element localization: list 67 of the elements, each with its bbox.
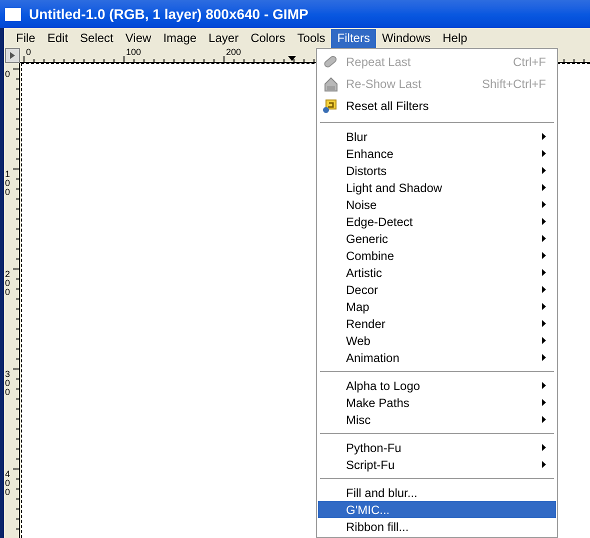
menu-item[interactable]: Decor [318,281,556,298]
menu-item[interactable]: Noise [318,196,556,213]
menu-item[interactable]: Alpha to Logo [318,377,556,394]
submenu-arrow-icon [542,235,546,242]
menu-item[interactable]: File [10,28,42,48]
window-title: Untitled-1.0 (RGB, 1 layer) 800x640 - GIMP [29,4,308,24]
ruler-label: 300 [5,370,12,397]
menu-item[interactable]: Layer [202,28,245,48]
menu-item[interactable]: Render [318,315,556,332]
submenu-arrow-icon [542,286,546,293]
submenu-arrow-icon [542,399,546,406]
submenu-arrow-icon [542,201,546,208]
stack-icon [322,76,340,92]
submenu-arrow-icon [542,382,546,389]
submenu-arrow-icon [542,167,546,174]
menu-item[interactable]: Map [318,298,556,315]
menu-item[interactable]: Reset all Filters [318,95,556,117]
menu-item[interactable]: Script-Fu [318,456,556,473]
menu-item[interactable]: Filters [331,28,376,48]
menu-item[interactable]: Blur [318,128,556,145]
menu-item[interactable]: Python-Fu [318,439,556,456]
menu-item[interactable]: Fill and blur... [318,484,556,501]
submenu-arrow-icon [542,218,546,225]
menu-item[interactable]: Colors [244,28,292,48]
submenu-arrow-icon [542,184,546,191]
submenu-arrow-icon [542,416,546,423]
menu-item[interactable]: View [119,28,158,48]
play-icon [9,52,16,59]
submenu-arrow-icon [542,354,546,361]
menu-item[interactable]: Distorts [318,162,556,179]
menu-item[interactable]: Artistic [318,264,556,281]
menu-item[interactable]: Ribbon fill... [318,518,556,535]
menu-item[interactable]: Select [74,28,120,48]
menu-item[interactable]: Edit [41,28,74,48]
menu-item[interactable]: Generic [318,230,556,247]
menu-item[interactable]: Make Paths [318,394,556,411]
menu-item[interactable]: Web [318,332,556,349]
submenu-arrow-icon [542,320,546,327]
menu-item[interactable]: Windows [376,28,437,48]
submenu-arrow-icon [542,133,546,140]
menu-item[interactable]: Image [157,28,203,48]
ruler-label: 100 [126,47,142,57]
submenu-arrow-icon [542,461,546,468]
menu-item[interactable]: Enhance [318,145,556,162]
window-icon [5,8,21,20]
ruler-label: 0 [26,47,32,57]
menu-item[interactable]: Help [436,28,474,48]
submenu-arrow-icon [542,303,546,310]
submenu-arrow-icon [542,269,546,276]
menu-item[interactable]: Edge-Detect [318,213,556,230]
ruler-label: 400 [5,470,12,497]
ruler-label: 200 [5,270,12,297]
submenu-arrow-icon [542,150,546,157]
menu-item[interactable]: Misc [318,411,556,428]
menu-item[interactable]: Tools [291,28,332,48]
navigate-button[interactable] [5,48,20,63]
ruler-label: 0 [5,70,12,79]
ruler-label: 100 [5,170,12,197]
reset-icon [322,98,338,114]
menu-item[interactable]: Light and Shadow [318,179,556,196]
submenu-arrow-icon [542,337,546,344]
menu-item[interactable]: Combine [318,247,556,264]
menu-item[interactable]: Animation [318,349,556,366]
ruler-label: 200 [226,47,242,57]
submenu-arrow-icon [542,252,546,259]
submenu-arrow-icon [542,444,546,451]
menu-item[interactable]: G'MIC... [318,501,556,518]
